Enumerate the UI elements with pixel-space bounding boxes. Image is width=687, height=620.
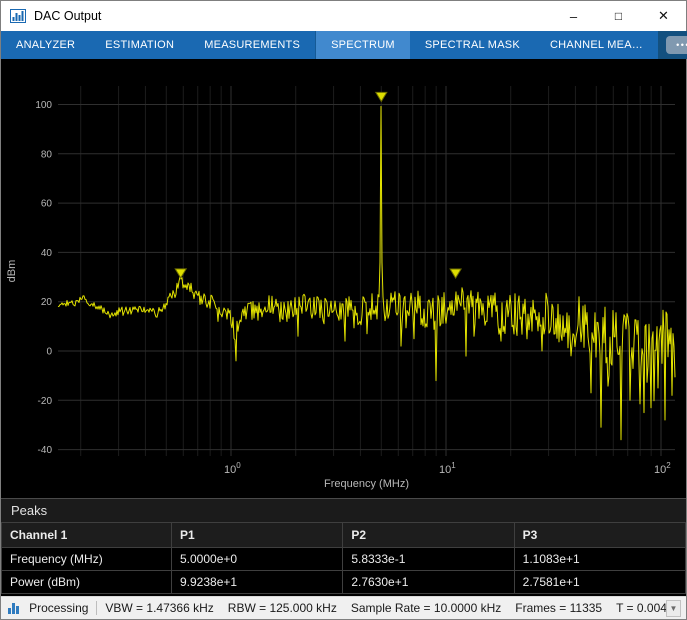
peaks-table: Channel 1 P1 P2 P3 Frequency (MHz) 5.000… <box>1 522 686 596</box>
maximize-icon: □ <box>614 9 623 23</box>
close-icon: ✕ <box>658 8 669 23</box>
table-cell: 5.8333e-1 <box>342 547 515 571</box>
column-header-p2: P2 <box>342 522 515 548</box>
table-cell: 2.7581e+1 <box>513 570 686 594</box>
maximize-button[interactable]: □ <box>596 1 641 31</box>
titlebar: DAC Output – □ ✕ <box>1 1 686 31</box>
svg-text:102: 102 <box>654 461 671 476</box>
ellipsis-icon: ••• <box>676 40 687 50</box>
minimize-button[interactable]: – <box>551 1 596 31</box>
svg-text:0: 0 <box>46 347 52 358</box>
svg-text:Frequency (MHz): Frequency (MHz) <box>324 478 409 490</box>
column-header-p3: P3 <box>513 522 686 548</box>
toolstrip: ANALYZER ESTIMATION MEASUREMENTS SPECTRU… <box>1 31 687 59</box>
window-controls: – □ ✕ <box>551 1 686 31</box>
minimize-icon: – <box>569 8 578 24</box>
svg-text:60: 60 <box>41 199 53 210</box>
table-cell: 2.7630e+1 <box>342 570 515 594</box>
table-cell: Frequency (MHz) <box>1 547 172 571</box>
status-readout-vbw: VBW = 1.47366 kHz <box>105 601 214 615</box>
toolstrip-overflow-zone: ••• <box>658 31 687 59</box>
processing-label: Processing <box>29 601 89 615</box>
status-readout-sample-rate: Sample Rate = 10.0000 kHz <box>350 601 502 615</box>
table-cell: Power (dBm) <box>1 570 172 594</box>
table-cell: 9.9238e+1 <box>170 570 344 594</box>
status-readouts: VBW = 1.47366 kHz RBW = 125.000 kHz Samp… <box>105 601 665 615</box>
svg-text:101: 101 <box>439 461 456 476</box>
svg-text:100: 100 <box>35 100 52 111</box>
table-cell: 1.1083e+1 <box>513 547 686 571</box>
tab-channel-measurements[interactable]: CHANNEL MEA… <box>535 31 658 59</box>
tab-measurements[interactable]: MEASUREMENTS <box>189 31 315 59</box>
tab-analyzer[interactable]: ANALYZER <box>1 31 90 59</box>
svg-text:80: 80 <box>41 149 53 160</box>
svg-text:20: 20 <box>41 297 53 308</box>
svg-text:-40: -40 <box>38 445 53 456</box>
processing-icon <box>8 602 23 614</box>
app-icon <box>10 9 26 23</box>
svg-text:dBm: dBm <box>6 260 18 283</box>
status-readout-time: T = 0.00469227 <box>616 601 666 615</box>
svg-text:40: 40 <box>41 248 53 259</box>
column-header-channel: Channel 1 <box>1 522 172 548</box>
scroll-down-icon[interactable]: ▼ <box>665 599 681 617</box>
column-header-p1: P1 <box>170 522 344 548</box>
status-divider <box>96 601 98 615</box>
svg-text:100: 100 <box>224 461 241 476</box>
spectrum-analyzer-window: DAC Output – □ ✕ ANALYZER ESTIMATION MEA… <box>0 0 687 620</box>
status-readout-frames: Frames = 11335 <box>515 601 603 615</box>
svg-text:-20: -20 <box>38 396 53 407</box>
peaks-table-header-row: Channel 1 P1 P2 P3 <box>1 522 686 548</box>
status-readout-rbw: RBW = 125.000 kHz <box>227 601 337 615</box>
tab-spectral-mask[interactable]: SPECTRAL MASK <box>410 31 535 59</box>
table-row-power: Power (dBm) 9.9238e+1 2.7630e+1 2.7581e+… <box>1 570 686 594</box>
table-row-frequency: Frequency (MHz) 5.0000e+0 5.8333e-1 1.10… <box>1 547 686 571</box>
window-title: DAC Output <box>34 9 102 23</box>
spectrum-svg: 100 101 102 100 80 60 40 20 0 -20 -40 Frequency (MH… <box>6 86 676 490</box>
close-button[interactable]: ✕ <box>641 1 686 31</box>
status-bar: Processing VBW = 1.47366 kHz RBW = 125.0… <box>1 596 686 619</box>
table-cell: 5.0000e+0 <box>170 547 344 571</box>
tab-estimation[interactable]: ESTIMATION <box>90 31 189 59</box>
peaks-panel-title: Peaks <box>1 498 686 522</box>
toolstrip-overflow-button[interactable]: ••• <box>666 36 687 54</box>
tab-spectrum[interactable]: SPECTRUM <box>315 31 410 59</box>
spectrum-plot: 100 101 102 100 80 60 40 20 0 -20 -40 Frequency (MH… <box>1 59 686 498</box>
